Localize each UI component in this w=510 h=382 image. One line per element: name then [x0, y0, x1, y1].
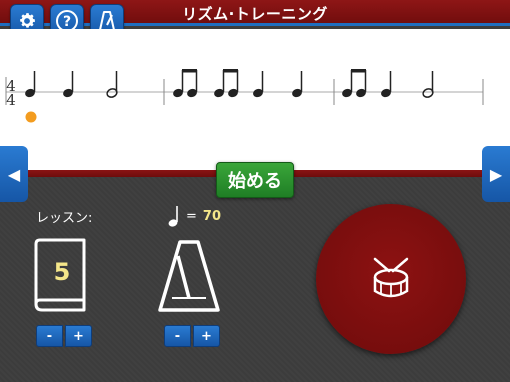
- lesson-number: 5: [54, 258, 71, 286]
- time-signature-bottom: 4: [6, 91, 16, 109]
- book-icon: 5: [34, 238, 86, 312]
- note-eighth-pair: [214, 69, 239, 98]
- note-quarter: [63, 71, 74, 98]
- metronome-graphic: [156, 236, 224, 320]
- note-half: [422, 71, 434, 98]
- tempo-equals: =: [186, 208, 197, 224]
- note-quarter: [25, 71, 36, 98]
- note-half: [106, 71, 118, 98]
- note-quarter: [381, 71, 392, 98]
- note-quarter: [253, 71, 264, 98]
- tempo-decrement-button[interactable]: -: [164, 325, 191, 347]
- previous-exercise-button[interactable]: ◀: [0, 146, 28, 202]
- lesson-increment-button[interactable]: +: [65, 325, 92, 347]
- lesson-stepper: - +: [36, 325, 92, 347]
- rhythm-staff: 4 4: [0, 29, 510, 172]
- playback-cursor: [25, 111, 37, 123]
- metronome-large-icon: [158, 240, 220, 312]
- gear-icon: [20, 13, 35, 28]
- svg-text:?: ?: [63, 14, 71, 30]
- quarter-note-icon: [168, 206, 178, 227]
- tempo-stepper: - +: [164, 325, 220, 347]
- drum-tap-button[interactable]: [316, 204, 466, 354]
- next-exercise-button[interactable]: ▶: [482, 146, 510, 202]
- drum-icon: [373, 257, 409, 298]
- lesson-label: レッスン:: [36, 211, 93, 226]
- start-button[interactable]: 始める: [216, 162, 294, 198]
- note-eighth-pair: [342, 69, 367, 98]
- note-quarter: [292, 71, 303, 98]
- tempo-display: = 70: [168, 205, 221, 227]
- chevron-right-icon: ▶: [489, 164, 503, 184]
- note-eighth-pair: [173, 69, 198, 98]
- tempo-value: 70: [202, 208, 221, 224]
- tempo-increment-button[interactable]: +: [193, 325, 220, 347]
- chevron-left-icon: ◀: [7, 164, 21, 184]
- lesson-decrement-button[interactable]: -: [36, 325, 63, 347]
- lesson-book: 5: [30, 238, 90, 320]
- staff-svg: 4 4: [5, 69, 484, 123]
